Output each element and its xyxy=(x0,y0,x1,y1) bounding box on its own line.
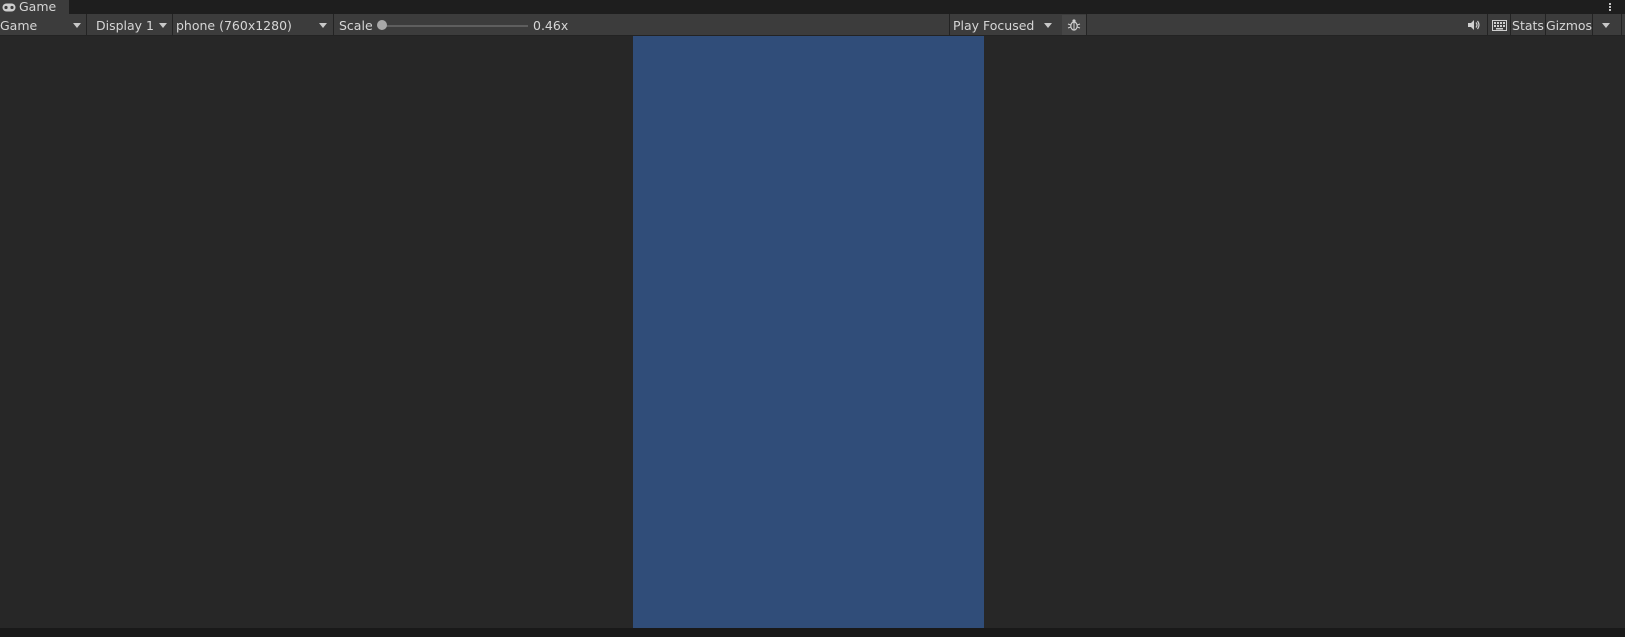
speaker-icon[interactable] xyxy=(1462,15,1486,35)
display-label: Display 1 xyxy=(96,17,155,33)
tab-label: Game xyxy=(19,0,57,14)
chevron-down-icon xyxy=(1602,22,1610,28)
scale-slider-handle[interactable] xyxy=(377,20,387,30)
scale-label: Scale xyxy=(339,18,373,33)
gizmos-label: Gizmos xyxy=(1545,17,1593,33)
gizmos-dropdown[interactable] xyxy=(1593,15,1619,35)
gamepad-icon xyxy=(2,3,16,12)
scale-slider-track[interactable] xyxy=(381,25,528,27)
game-render-area[interactable] xyxy=(633,36,984,628)
bug-icon[interactable] xyxy=(1062,15,1086,35)
scale-value: 0.46x xyxy=(533,18,569,33)
resolution-dropdown[interactable]: phone (760x1280) xyxy=(173,15,331,35)
chevron-down-icon xyxy=(73,23,81,28)
keyboard-icon[interactable] xyxy=(1488,15,1510,35)
bottom-border xyxy=(0,628,1625,637)
play-mode-label: Play Focused xyxy=(953,17,1035,33)
chevron-down-icon xyxy=(1044,23,1052,28)
chevron-down-icon xyxy=(159,23,167,28)
gizmos-button[interactable]: Gizmos xyxy=(1546,15,1592,35)
display-dropdown[interactable]: Display 1 xyxy=(87,15,171,35)
play-mode-dropdown[interactable]: Play Focused xyxy=(950,15,1056,35)
tab-game[interactable]: Game xyxy=(0,0,69,14)
view-mode-label: Game xyxy=(0,17,38,33)
chevron-down-icon xyxy=(319,23,327,28)
stats-label: Stats xyxy=(1512,17,1544,33)
view-mode-dropdown[interactable]: Game xyxy=(0,15,84,35)
stats-button[interactable]: Stats xyxy=(1511,15,1545,35)
game-viewport[interactable] xyxy=(0,36,1625,628)
game-toolbar: Game Display 1 phone (760x1280) Play Foc… xyxy=(0,14,1625,36)
kebab-menu-icon[interactable] xyxy=(1606,0,1614,14)
resolution-label: phone (760x1280) xyxy=(176,17,292,33)
tab-bar: Game xyxy=(0,0,1625,14)
